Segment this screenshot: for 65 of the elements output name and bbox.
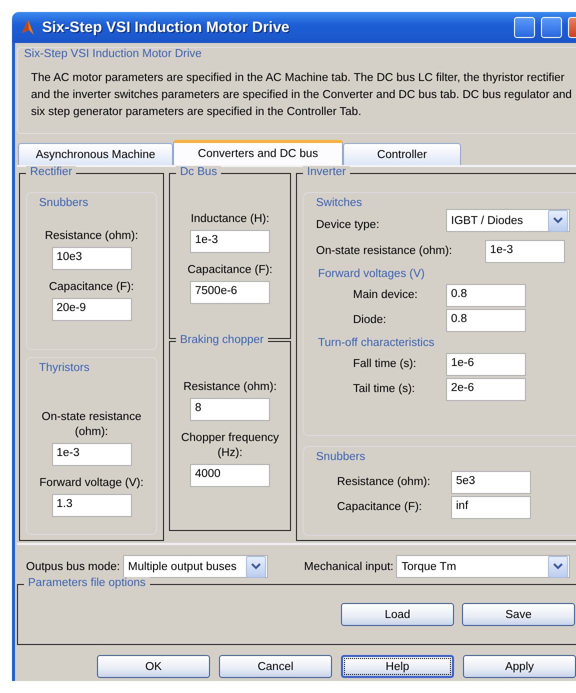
dropdown[interactable]: Multiple output buses [122, 555, 268, 578]
tab[interactable]: Asynchronous Machine [18, 143, 173, 165]
app-logo-icon [20, 18, 36, 36]
field-label: Capacitance (F): [48, 280, 134, 295]
field-label: Chopper frequency (Hz): [180, 431, 280, 461]
input-field[interactable]: 10e3 [52, 247, 132, 270]
group-title: Snubbers [38, 197, 90, 209]
field-label: On-state resistance (ohm): [40, 410, 142, 440]
input-field[interactable]: 1e-3 [52, 443, 132, 466]
input-field[interactable]: 0.8 [446, 309, 526, 332]
field-label: Device type: [316, 218, 380, 230]
input-field[interactable]: inf [451, 496, 531, 519]
tab[interactable]: Controller [343, 143, 461, 165]
dialog-button[interactable]: OK [97, 655, 210, 678]
dropdown[interactable]: IGBT / Diodes [446, 209, 570, 232]
input-field[interactable]: 1e-3 [485, 240, 565, 263]
field-label: Fall time (s): [353, 357, 418, 372]
dialog-button[interactable]: Help [341, 655, 454, 678]
input-field[interactable]: 7500e-6 [190, 281, 270, 304]
input-field[interactable]: 1.3 [52, 494, 132, 517]
file-button[interactable]: Save [462, 603, 575, 626]
window-title: Six-Step VSI Induction Motor Drive [42, 19, 291, 36]
field-label: Resistance (ohm): [337, 475, 432, 490]
field-label: Outpus bus mode: [26, 560, 120, 572]
field-label: Resistance (ohm): [44, 229, 138, 244]
minimize-button[interactable] [514, 17, 535, 38]
field-label: Capacitance (F): [337, 500, 424, 515]
group-title: Thyristors [38, 362, 90, 374]
panel-title: Six-Step VSI Induction Motor Drive [24, 48, 203, 60]
input-field[interactable]: 0.8 [446, 284, 526, 307]
file-button[interactable]: Load [341, 603, 454, 626]
group-title: Inverter [303, 166, 350, 178]
field-label: Inductance (H): [190, 212, 270, 227]
dialog-button[interactable]: Apply [463, 655, 576, 678]
field-label: Tail time (s): [353, 382, 416, 397]
dialog-button[interactable]: Cancel [219, 655, 332, 678]
field-label: Diode: [353, 313, 388, 328]
input-field[interactable]: 1e-3 [190, 230, 270, 253]
section-title: Turn-off characteristics [318, 337, 436, 349]
chevron-down-icon [553, 217, 563, 224]
description-text: The AC motor parameters are specified in the AC Machine tab. The DC bus LC filter, the thyristor rectifier and the inverter switches parameters are specified in the Converter and DC bus tab. DC bus regulator and six step generator parameters are specified in the Controller Tab. [31, 71, 573, 120]
group-title: Dc Bus [176, 166, 222, 178]
chevron-down-icon [250, 563, 261, 570]
field-label: On-state resistance (ohm): [316, 244, 454, 259]
dropdown[interactable]: Torque Tm [396, 555, 570, 578]
field-label: Mechanical input: [304, 560, 394, 572]
group-title: Rectifier [26, 166, 76, 178]
maximize-button[interactable] [541, 17, 562, 38]
chevron-down-icon [553, 563, 564, 570]
input-field[interactable]: 5e3 [451, 471, 531, 494]
input-field[interactable]: 20e-9 [52, 298, 132, 321]
input-field[interactable]: 1e-6 [446, 353, 526, 376]
field-label: Forward voltage (V): [39, 476, 144, 491]
group-title: Snubbers [315, 451, 366, 463]
tab[interactable]: Converters and DC bus [173, 140, 343, 165]
field-label: Resistance (ohm): [183, 380, 277, 395]
group-title: Parameters file options [24, 577, 150, 589]
field-label: Main device: [353, 288, 419, 303]
group-title: Braking chopper [176, 334, 268, 346]
field-label: Capacitance (F): [187, 263, 272, 278]
input-field[interactable]: 4000 [190, 464, 270, 487]
input-field[interactable]: 2e-6 [446, 378, 526, 401]
group-title: Switches [315, 197, 364, 209]
input-field[interactable]: 8 [190, 398, 270, 421]
section-title: Forward voltages (V) [318, 268, 426, 280]
